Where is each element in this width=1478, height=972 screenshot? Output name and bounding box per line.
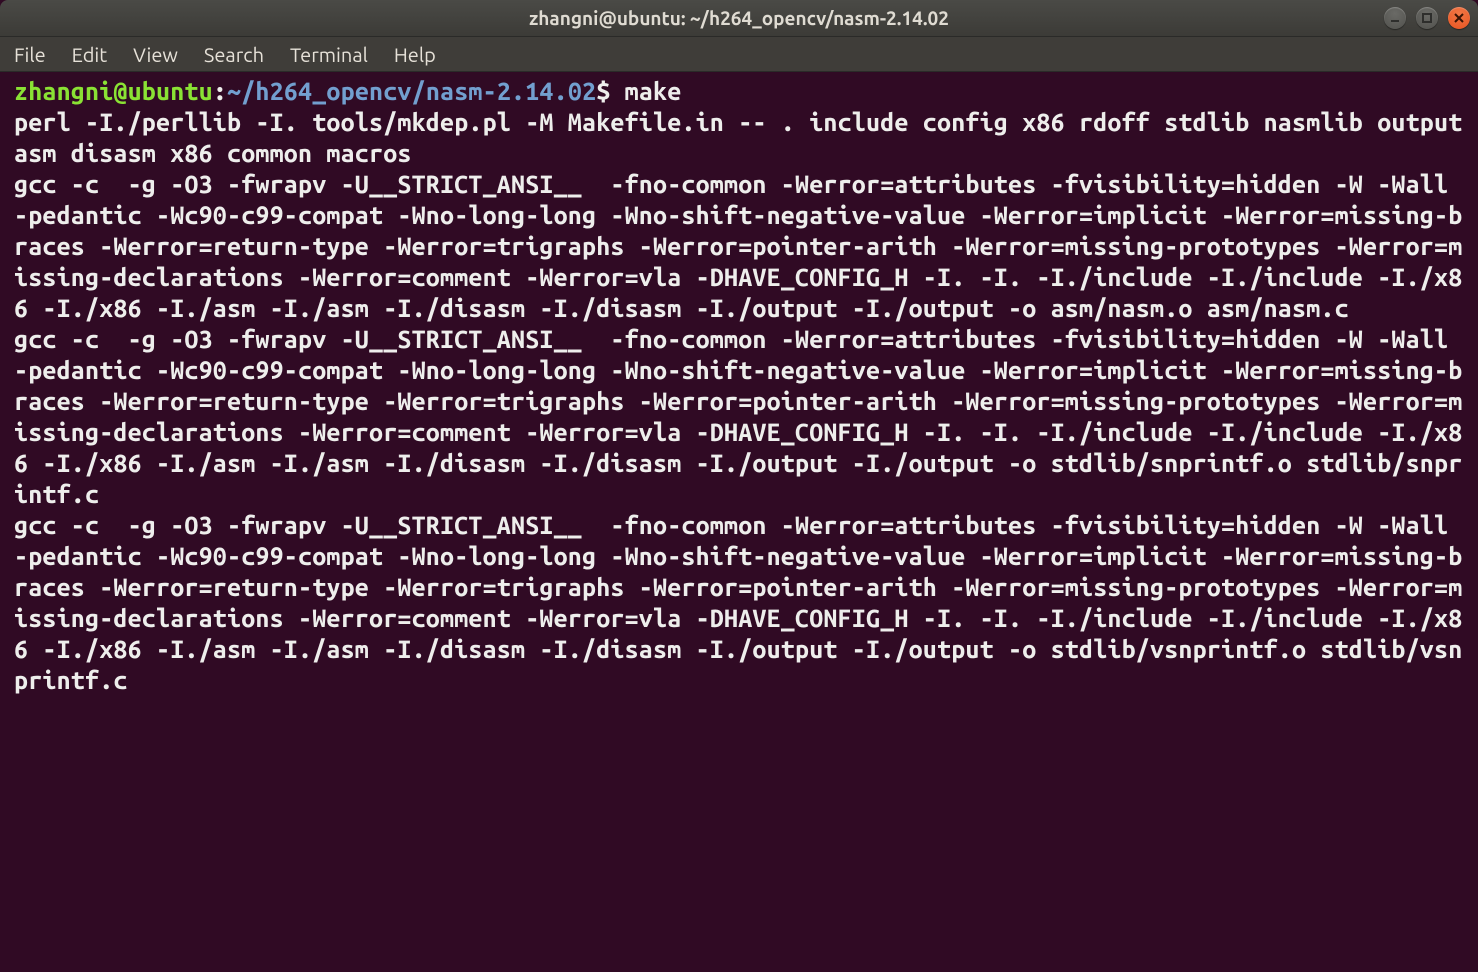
menu-terminal[interactable]: Terminal [290,43,368,66]
terminal-output-line: perl -I./perllib -I. tools/mkdep.pl -M M… [14,108,1477,167]
menu-help[interactable]: Help [394,43,436,66]
terminal-output-line: gcc -c -g -O3 -fwrapv -U__STRICT_ANSI__ … [14,511,1462,694]
menu-search[interactable]: Search [204,43,264,66]
prompt-command: make [625,77,682,105]
maximize-button[interactable] [1416,7,1438,29]
window-controls [1384,7,1470,29]
menu-view[interactable]: View [133,43,178,66]
terminal-window: zhangni@ubuntu: ~/h264_opencv/nasm-2.14.… [0,0,1478,972]
prompt-user-host: zhangni@ubuntu [14,77,213,105]
prompt-separator: : [213,77,227,105]
prompt-path: ~/h264_opencv/nasm-2.14.02 [227,77,596,105]
minimize-button[interactable] [1384,7,1406,29]
window-title: zhangni@ubuntu: ~/h264_opencv/nasm-2.14.… [0,7,1478,29]
terminal-output-line: gcc -c -g -O3 -fwrapv -U__STRICT_ANSI__ … [14,170,1462,322]
maximize-icon [1422,13,1432,23]
menubar: File Edit View Search Terminal Help [0,37,1478,72]
terminal-area[interactable]: zhangni@ubuntu:~/h264_opencv/nasm-2.14.0… [0,72,1478,972]
prompt-symbol: $ [596,77,610,105]
menu-file[interactable]: File [14,43,46,66]
close-button[interactable] [1448,7,1470,29]
menu-edit[interactable]: Edit [72,43,107,66]
close-icon [1454,13,1464,23]
terminal-output-line: gcc -c -g -O3 -fwrapv -U__STRICT_ANSI__ … [14,325,1462,508]
minimize-icon [1390,13,1400,23]
titlebar: zhangni@ubuntu: ~/h264_opencv/nasm-2.14.… [0,0,1478,37]
